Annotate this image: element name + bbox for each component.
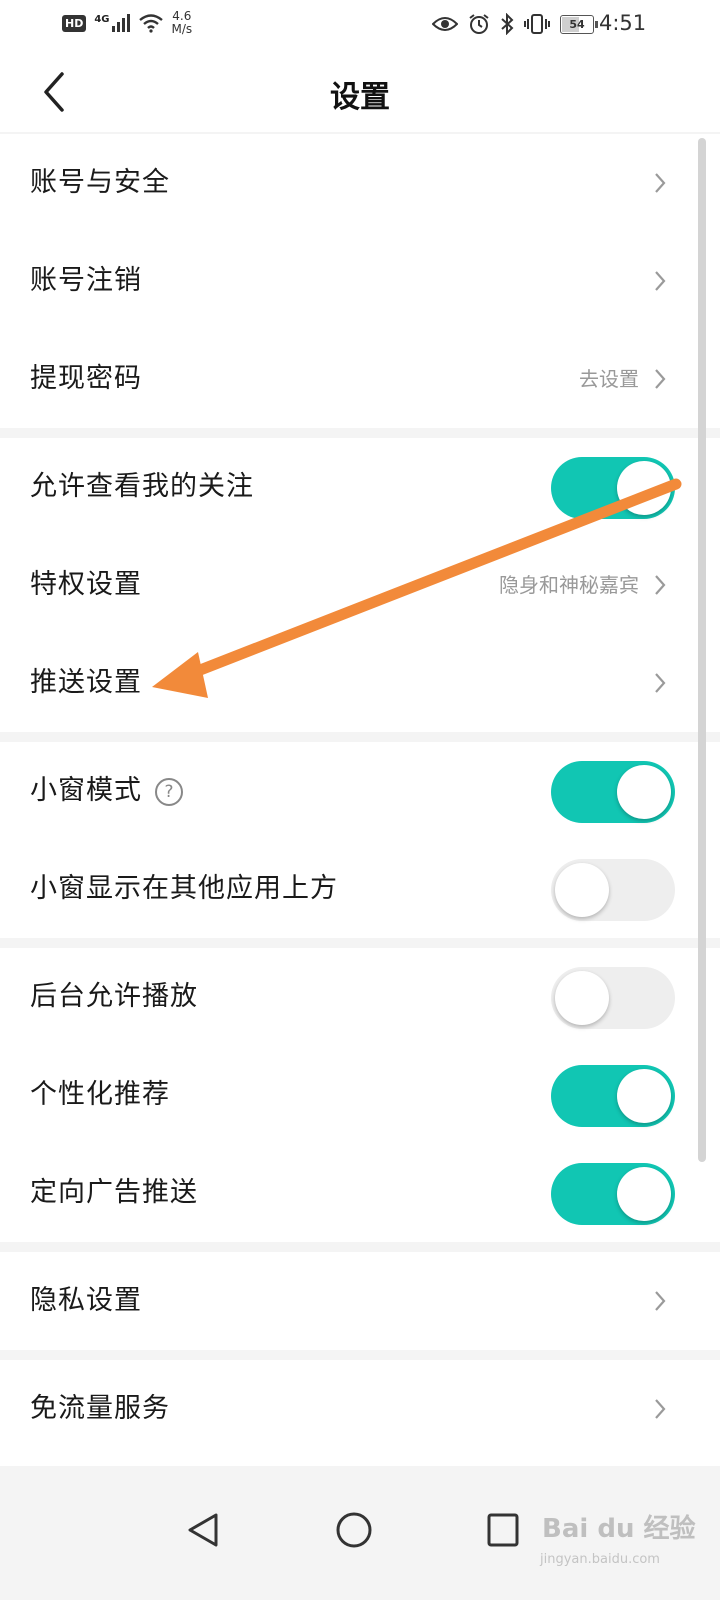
- row-label: 提现密码: [30, 363, 142, 394]
- network-speed: 4.6 M/s: [172, 10, 193, 36]
- toggle-mini-window-overlay[interactable]: [551, 859, 675, 921]
- watermark-brand: Bai du 经验: [542, 1514, 696, 1544]
- row-label: 推送设置: [30, 667, 142, 698]
- clock-time: 4:51: [599, 11, 647, 35]
- toggle-knob: [555, 863, 609, 917]
- chevron-right-icon: [655, 173, 666, 193]
- battery-body: 54: [560, 14, 594, 34]
- toggle-knob: [555, 971, 609, 1025]
- vibrate-icon: [524, 14, 550, 34]
- row-value: 隐身和神秘嘉宾: [499, 573, 639, 597]
- row-push-settings[interactable]: 推送设置: [0, 634, 705, 732]
- toggle-background-play[interactable]: [551, 967, 675, 1029]
- battery-level: 54: [569, 17, 585, 31]
- network-type: 4G: [94, 13, 110, 25]
- row-mini-window-mode: 小窗模式 ?: [0, 742, 705, 840]
- row-label: 个性化推荐: [30, 1079, 170, 1110]
- row-label: 隐私设置: [30, 1285, 142, 1316]
- row-value: 去设置: [579, 367, 639, 391]
- row-personalized-recommend: 个性化推荐: [0, 1046, 705, 1144]
- status-bar: HD 4G 4.6 M/s 54 4:51: [0, 0, 720, 50]
- toggle-knob: [617, 1069, 671, 1123]
- row-withdraw-password[interactable]: 提现密码 去设置: [0, 330, 705, 428]
- row-label: 特权设置: [30, 569, 142, 600]
- watermark-url: jingyan.baidu.com: [540, 1552, 660, 1567]
- row-label: 账号与安全: [30, 167, 170, 198]
- settings-group-playback: 后台允许播放 个性化推荐 定向广告推送: [0, 948, 720, 1242]
- chevron-right-icon: [655, 575, 666, 595]
- toggle-personalized-recommend[interactable]: [551, 1065, 675, 1127]
- settings-group-privacy: 隐私设置: [0, 1252, 720, 1350]
- row-background-play: 后台允许播放: [0, 948, 705, 1046]
- toggle-targeted-ads[interactable]: [551, 1163, 675, 1225]
- question-circle-icon[interactable]: ?: [155, 778, 183, 806]
- toggle-knob: [617, 1167, 671, 1221]
- battery-icon: 54: [560, 14, 598, 34]
- scrollbar[interactable]: [698, 138, 706, 1162]
- chevron-right-icon: [655, 1291, 666, 1311]
- settings-group-privileges: 允许查看我的关注 特权设置 隐身和神秘嘉宾 推送设置: [0, 438, 720, 732]
- nav-home-icon[interactable]: [335, 1511, 373, 1549]
- settings-group-data-free: 免流量服务: [0, 1360, 720, 1466]
- row-label: 小窗显示在其他应用上方: [30, 873, 338, 904]
- eye-icon: [432, 17, 458, 31]
- hd-badge: HD: [62, 14, 87, 32]
- speed-unit: M/s: [171, 22, 193, 36]
- status-right: 54: [432, 13, 598, 35]
- row-label: 免流量服务: [30, 1393, 170, 1424]
- toggle-allow-view-follows[interactable]: [551, 457, 675, 519]
- row-data-free-service[interactable]: 免流量服务: [0, 1360, 705, 1466]
- row-label: 小窗模式: [30, 775, 142, 806]
- page-title: 设置: [330, 80, 390, 115]
- row-targeted-ads: 定向广告推送: [0, 1144, 705, 1242]
- chevron-right-icon: [655, 271, 666, 291]
- chevron-right-icon: [655, 1399, 666, 1419]
- chevron-right-icon: [655, 673, 666, 693]
- row-privacy-settings[interactable]: 隐私设置: [0, 1252, 705, 1350]
- nav-recents-icon[interactable]: [486, 1512, 520, 1548]
- toggle-knob: [617, 765, 671, 819]
- settings-group-account: 账号与安全 账号注销 提现密码 去设置: [0, 134, 720, 428]
- row-account-security[interactable]: 账号与安全: [0, 134, 705, 232]
- signal-icon: [111, 14, 130, 32]
- row-privilege-settings[interactable]: 特权设置 隐身和神秘嘉宾: [0, 536, 705, 634]
- wifi-icon: [138, 14, 163, 33]
- row-mini-window-overlay: 小窗显示在其他应用上方: [0, 840, 705, 938]
- row-label: 允许查看我的关注: [30, 471, 254, 502]
- status-left: HD 4G 4.6 M/s: [62, 10, 192, 36]
- nav-back-icon[interactable]: [186, 1512, 220, 1548]
- row-label: 后台允许播放: [30, 981, 198, 1012]
- row-label: 定向广告推送: [30, 1177, 198, 1208]
- toggle-mini-window-mode[interactable]: [551, 761, 675, 823]
- row-allow-view-follows: 允许查看我的关注: [0, 438, 705, 536]
- top-bar: 设置: [0, 50, 720, 132]
- row-label: 账号注销: [30, 265, 142, 296]
- toggle-knob: [617, 461, 671, 515]
- bluetooth-icon: [501, 13, 514, 35]
- chevron-right-icon: [655, 369, 666, 389]
- settings-group-mini-window: 小窗模式 ? 小窗显示在其他应用上方: [0, 742, 720, 938]
- row-account-cancel[interactable]: 账号注销: [0, 232, 705, 330]
- alarm-icon: [469, 14, 489, 34]
